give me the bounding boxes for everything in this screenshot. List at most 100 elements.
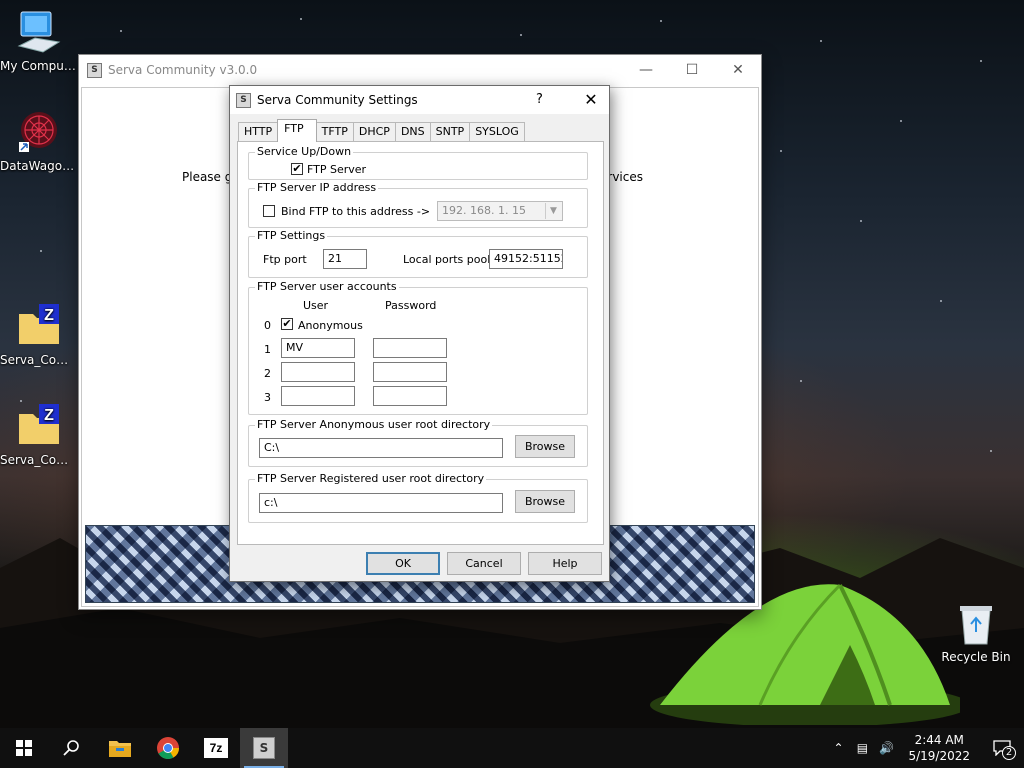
chevron-down-icon: ▼ xyxy=(545,203,561,219)
dialog-titlebar[interactable]: S Serva Community Settings ? ✕ xyxy=(230,86,609,114)
recycle-bin-icon xyxy=(956,602,996,646)
anonymous-root-group: FTP Server Anonymous user root directory… xyxy=(248,418,588,467)
tab-syslog[interactable]: SYSLOG xyxy=(469,122,525,142)
desktop-icon-label: Serva_Com... xyxy=(0,353,78,367)
svg-text:Z: Z xyxy=(44,407,54,424)
desktop-icon-serva-zip-1[interactable]: Z Serva_Com... xyxy=(0,302,78,367)
user-accounts-group: FTP Server user accounts User Password 0… xyxy=(248,280,588,415)
registered-root-browse-button[interactable]: Browse xyxy=(515,490,575,513)
clock-time: 2:44 AM xyxy=(914,733,964,747)
bind-address-checkbox[interactable] xyxy=(263,205,275,217)
password-2-input[interactable] xyxy=(373,362,447,382)
recycle-bin-label: Recycle Bin xyxy=(941,650,1011,664)
account-index: 0 xyxy=(264,319,271,332)
main-window-titlebar[interactable]: S Serva Community v3.0.0 — ☐ ✕ xyxy=(79,55,761,85)
cancel-button[interactable]: Cancel xyxy=(447,552,521,575)
ftp-server-label: FTP Server xyxy=(307,163,367,176)
desktop-icon-label: Serva_Com... xyxy=(0,453,78,467)
main-window-title: Serva Community v3.0.0 xyxy=(108,63,258,77)
service-group: Service Up/Down ✔ FTP Server xyxy=(248,145,588,180)
ok-button[interactable]: OK xyxy=(366,552,440,575)
taskbar-file-explorer[interactable] xyxy=(96,728,144,768)
settings-dialog[interactable]: S Serva Community Settings ? ✕ HTTP FTP … xyxy=(229,85,610,582)
chevron-up-icon[interactable]: ⌃ xyxy=(826,741,850,755)
ip-address-select[interactable]: 192. 168. 1. 15 ▼ xyxy=(437,201,563,221)
network-icon[interactable]: ▤ xyxy=(850,741,874,755)
anonymous-checkbox[interactable]: ✔ xyxy=(281,318,293,330)
taskbar-7zip[interactable]: 7z xyxy=(192,728,240,768)
svg-text:Z: Z xyxy=(44,307,54,324)
search-button[interactable] xyxy=(48,728,96,768)
help-question-button[interactable]: ? xyxy=(536,92,543,107)
notification-count: 2 xyxy=(1002,746,1016,760)
action-center-button[interactable]: 2 xyxy=(980,728,1024,768)
group-title: FTP Server IP address xyxy=(255,181,379,194)
group-title: FTP Server user accounts xyxy=(255,280,399,293)
serva-app-icon: S xyxy=(253,737,275,759)
desktop-icon-label: DataWagon... xyxy=(0,159,78,173)
user-3-input[interactable] xyxy=(281,386,355,406)
tab-dhcp[interactable]: DHCP xyxy=(352,122,396,142)
account-index: 1 xyxy=(264,343,271,356)
taskbar: 7z S ⌃ ▤ 🔊 2:44 AM 5/19/2022 2 xyxy=(0,728,1024,768)
dialog-title: Serva Community Settings xyxy=(257,93,418,107)
help-button[interactable]: Help xyxy=(528,552,602,575)
settings-tabs: HTTP FTP TFTP DHCP DNS SNTP SYSLOG xyxy=(238,119,525,142)
desktop-icon-label: My Computer xyxy=(0,59,78,73)
password-1-input[interactable] xyxy=(373,338,447,358)
desktop-icon-datawagon[interactable]: DataWagon... xyxy=(0,108,78,173)
registered-root-input[interactable]: c:\ xyxy=(259,493,503,513)
ftp-tab-panel: Service Up/Down ✔ FTP Server FTP Server … xyxy=(237,141,604,545)
7zip-icon: 7z xyxy=(204,738,228,758)
account-index: 3 xyxy=(264,391,271,404)
password-3-input[interactable] xyxy=(373,386,447,406)
account-index: 2 xyxy=(264,367,271,380)
group-title: Service Up/Down xyxy=(255,145,354,158)
bind-address-label: Bind FTP to this address -> xyxy=(281,205,431,218)
user-column-header: User xyxy=(303,299,329,312)
volume-icon[interactable]: 🔊 xyxy=(874,741,898,755)
ip-address-group: FTP Server IP address Bind FTP to this a… xyxy=(248,181,588,228)
search-icon xyxy=(63,740,79,756)
local-ports-pool-input[interactable]: 49152:51152 xyxy=(489,249,563,269)
ip-address-value: 192. 168. 1. 15 xyxy=(442,204,526,217)
desktop-icon-my-computer[interactable]: My Computer xyxy=(0,8,78,73)
folder-icon xyxy=(109,741,131,757)
ftp-settings-group: FTP Settings Ftp port 21 Local ports poo… xyxy=(248,229,588,278)
minimize-button[interactable]: — xyxy=(623,55,669,85)
user-1-input[interactable]: MV xyxy=(281,338,355,358)
ftp-server-checkbox[interactable]: ✔ xyxy=(291,163,303,175)
chrome-icon xyxy=(157,737,179,759)
anonymous-label: Anonymous xyxy=(298,319,363,332)
tab-dns[interactable]: DNS xyxy=(394,122,431,142)
desktop-icon-recycle-bin[interactable]: Recycle Bin xyxy=(940,602,1012,664)
taskbar-serva[interactable]: S xyxy=(240,728,288,768)
start-button[interactable] xyxy=(0,728,48,768)
group-title: FTP Settings xyxy=(255,229,328,242)
zip-folder-icon: Z xyxy=(15,402,63,450)
desktop-icon-serva-zip-2[interactable]: Z Serva_Com... xyxy=(0,402,78,467)
user-2-input[interactable] xyxy=(281,362,355,382)
serva-app-icon: S xyxy=(87,62,102,78)
tab-ftp[interactable]: FTP xyxy=(277,119,317,142)
close-button[interactable]: ✕ xyxy=(715,55,761,85)
local-ports-pool-label: Local ports pool xyxy=(403,253,491,266)
tab-sntp[interactable]: SNTP xyxy=(429,122,471,142)
windows-logo-icon xyxy=(16,740,32,756)
tab-tftp[interactable]: TFTP xyxy=(315,122,354,142)
dialog-close-button[interactable]: ✕ xyxy=(576,88,606,112)
datawagon-icon xyxy=(15,108,63,156)
group-title: FTP Server Registered user root director… xyxy=(255,472,487,485)
system-tray: ⌃ ▤ 🔊 2:44 AM 5/19/2022 2 xyxy=(826,728,1024,768)
taskbar-clock[interactable]: 2:44 AM 5/19/2022 xyxy=(898,732,980,764)
serva-app-icon: S xyxy=(236,92,251,108)
ftp-port-label: Ftp port xyxy=(263,253,307,266)
password-column-header: Password xyxy=(385,299,437,312)
anonymous-root-browse-button[interactable]: Browse xyxy=(515,435,575,458)
maximize-button[interactable]: ☐ xyxy=(669,55,715,85)
anonymous-root-input[interactable]: C:\ xyxy=(259,438,503,458)
ftp-port-input[interactable]: 21 xyxy=(323,249,367,269)
zip-folder-icon: Z xyxy=(15,302,63,350)
taskbar-chrome[interactable] xyxy=(144,728,192,768)
tab-http[interactable]: HTTP xyxy=(238,122,279,142)
